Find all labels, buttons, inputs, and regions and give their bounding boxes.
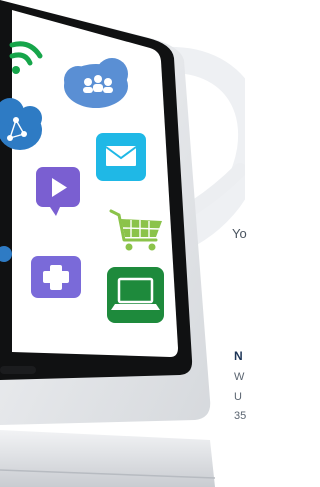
- tagline-text: Yo: [232, 226, 247, 241]
- monitor-illustration: [0, 0, 245, 487]
- address-line-3: 35: [234, 410, 247, 422]
- laptop-icon: [107, 267, 164, 323]
- address-line-1: W: [234, 371, 245, 383]
- address-line-2: U: [234, 391, 242, 403]
- monitor-stand: [0, 430, 215, 487]
- plus-icon: [31, 256, 81, 298]
- mail-icon: [96, 133, 146, 181]
- monitor-chin-slot: [0, 366, 36, 374]
- address-title: N: [234, 349, 243, 363]
